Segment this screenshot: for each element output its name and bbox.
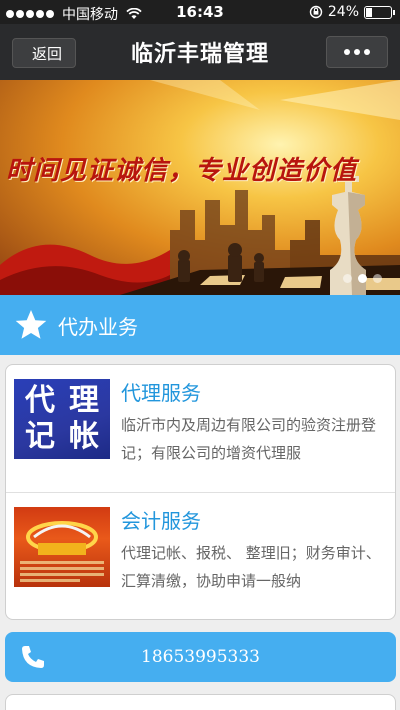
list-item-agency-service[interactable]: 代 理 记 帐 代理服务 临沂市内及周边有限公司的验资注册登记；有限公司的增资代…	[6, 365, 395, 493]
star-icon	[15, 310, 47, 339]
carousel-indicators	[343, 274, 382, 283]
back-arrow-icon	[0, 39, 29, 69]
status-right: 24%	[309, 4, 395, 20]
more-dots-icon	[344, 49, 350, 55]
banner-carousel[interactable]: 时间见证诚信，专业创造价值	[0, 80, 400, 295]
carousel-dot[interactable]	[373, 274, 382, 283]
battery-percent: 24%	[327, 4, 359, 20]
carousel-dot[interactable]	[343, 274, 352, 283]
agency-service-thumbnail: 代 理 记 帐	[14, 379, 110, 459]
next-card	[5, 694, 396, 710]
thumbnail-char: 理	[69, 383, 99, 418]
phone-icon	[22, 646, 44, 668]
back-button[interactable]: 返回	[0, 38, 76, 69]
service-title: 会计服务	[121, 509, 201, 533]
banner-slogan: 时间见证诚信，专业创造价值	[6, 156, 358, 186]
rotation-lock-icon	[309, 5, 323, 19]
service-description: 代理记帐、报税、 整理旧；财务审计、汇算清缴，协助申请一般纳	[121, 544, 381, 590]
phone-call-button[interactable]: 18653995333	[5, 632, 396, 682]
back-label: 返回	[31, 44, 62, 63]
status-bar: 中国移动 16:43 24%	[0, 0, 400, 24]
service-list: 代 理 记 帐 代理服务 临沂市内及周边有限公司的验资注册登记；有限公司的增资代…	[5, 364, 396, 620]
thumbnail-char: 代	[25, 383, 55, 418]
service-description: 临沂市内及周边有限公司的验资注册登记；有限公司的增资代理服	[121, 416, 377, 462]
carousel-dot-active[interactable]	[358, 274, 367, 283]
page-title: 临沂丰瑞管理	[130, 42, 269, 67]
accounting-service-thumbnail	[14, 507, 110, 587]
section-title: 代办业务	[58, 314, 138, 339]
more-button[interactable]	[326, 36, 388, 68]
service-title: 代理服务	[121, 381, 201, 405]
battery-icon	[364, 5, 395, 19]
phone-number: 18653995333	[141, 647, 260, 667]
nav-bar: 返回 临沂丰瑞管理	[0, 24, 400, 80]
list-item-accounting-service[interactable]: 会计服务 代理记帐、报税、 整理旧；财务审计、汇算清缴，协助申请一般纳	[6, 493, 395, 619]
thumbnail-char: 帐	[69, 419, 99, 454]
thumbnail-char: 记	[25, 419, 55, 454]
banner-illustration	[0, 80, 400, 295]
section-header: 代办业务	[0, 295, 400, 355]
